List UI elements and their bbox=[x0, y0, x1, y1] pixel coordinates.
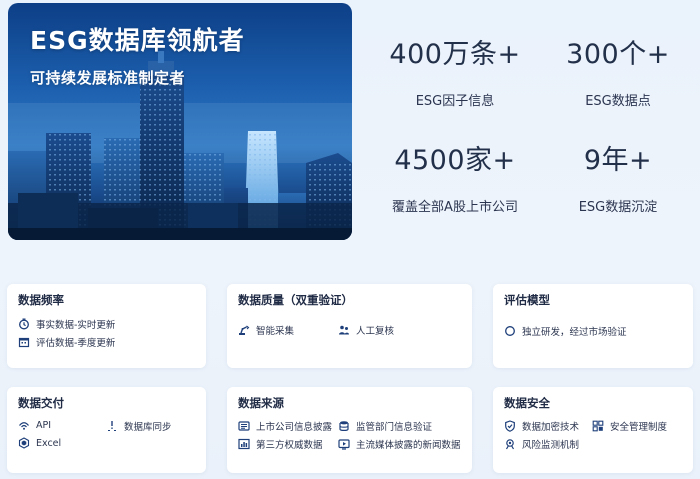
item-label: 独立研发，经过市场验证 bbox=[522, 327, 627, 338]
database-icon bbox=[338, 420, 350, 432]
card-data-delivery: 数据交付 API 数据库同步 Excel bbox=[7, 387, 206, 473]
hero-title: ESG数据库领航者 bbox=[30, 26, 245, 55]
card-title: 数据来源 bbox=[238, 396, 284, 410]
card-title: 数据频率 bbox=[18, 293, 64, 307]
shield-icon bbox=[504, 420, 516, 432]
card-data-source: 数据来源 上市公司信息披露 监管部门信息验证 第三方权威数据 主流媒体披露的新闻… bbox=[227, 387, 472, 473]
list-item: 数据库同步 bbox=[106, 419, 172, 433]
item-label: 主流媒体披露的新闻数据 bbox=[356, 440, 461, 451]
card-title: 数据安全 bbox=[504, 396, 550, 410]
stat-label: ESG数据沉淀 bbox=[578, 200, 658, 215]
list-item: 上市公司信息披露 bbox=[238, 419, 332, 433]
clock-icon bbox=[18, 318, 30, 330]
item-label: API bbox=[36, 419, 52, 431]
list-item: 安全管理制度 bbox=[592, 419, 667, 433]
list-item: 事实数据-实时更新 bbox=[18, 317, 115, 331]
list-item: 风险监测机制 bbox=[504, 437, 579, 451]
list-item: 评估数据-季度更新 bbox=[18, 335, 115, 349]
card-title: 数据交付 bbox=[18, 396, 64, 410]
item-label: 智能采集 bbox=[256, 326, 295, 337]
stat-value: 4500家+ bbox=[394, 145, 516, 176]
stat-value: 300个+ bbox=[566, 39, 670, 70]
stat-label: 覆盖全部A股上市公司 bbox=[392, 200, 518, 215]
list-item: 数据加密技术 bbox=[504, 419, 579, 433]
list-item: 第三方权威数据 bbox=[238, 437, 323, 451]
grid-icon bbox=[592, 420, 604, 432]
excel-icon bbox=[18, 437, 30, 449]
card-evaluation-model: 评估模型 独立研发，经过市场验证 bbox=[493, 284, 693, 368]
stat-data-points: 300个+ ESG数据点 bbox=[533, 32, 700, 109]
stat-label: ESG数据点 bbox=[585, 94, 651, 109]
card-data-security: 数据安全 数据加密技术 安全管理制度 风险监测机制 bbox=[493, 387, 693, 473]
list-item: 智能采集 bbox=[238, 323, 294, 337]
list-item: 监管部门信息验证 bbox=[338, 419, 432, 433]
stat-value: 9年+ bbox=[583, 145, 653, 176]
circle-icon bbox=[504, 325, 516, 337]
sync-icon bbox=[106, 420, 118, 432]
stat-label: ESG因子信息 bbox=[415, 94, 495, 109]
stat-value: 400万条+ bbox=[389, 39, 521, 70]
hero-subtitle: 可持续发展标准制定者 bbox=[30, 69, 186, 87]
stat-years: 9年+ ESG数据沉淀 bbox=[533, 138, 700, 215]
chart-icon bbox=[238, 438, 250, 450]
item-label: 第三方权威数据 bbox=[256, 440, 323, 451]
list-item: 人工复核 bbox=[338, 323, 394, 337]
item-label: 事实数据-实时更新 bbox=[36, 320, 116, 331]
media-icon bbox=[338, 438, 350, 450]
api-icon bbox=[18, 419, 30, 431]
item-label: 监管部门信息验证 bbox=[356, 422, 433, 433]
hero-banner: ESG数据库领航者 可持续发展标准制定者 bbox=[8, 3, 352, 240]
stat-companies: 4500家+ 覆盖全部A股上市公司 bbox=[370, 138, 540, 215]
item-label: 安全管理制度 bbox=[610, 422, 668, 433]
card-title: 数据质量（双重验证） bbox=[238, 293, 353, 307]
robot-arm-icon bbox=[238, 324, 250, 336]
card-data-quality: 数据质量（双重验证） 智能采集 人工复核 bbox=[227, 284, 472, 368]
item-label: 评估数据-季度更新 bbox=[36, 338, 116, 349]
item-label: 人工复核 bbox=[356, 326, 395, 337]
list-item: Excel bbox=[18, 437, 61, 449]
item-label: 数据加密技术 bbox=[522, 422, 580, 433]
list-item: 主流媒体披露的新闻数据 bbox=[338, 437, 461, 451]
item-label: Excel bbox=[36, 437, 62, 449]
item-label: 上市公司信息披露 bbox=[256, 422, 333, 433]
item-label: 数据库同步 bbox=[124, 422, 172, 433]
monitor-icon bbox=[504, 438, 516, 450]
document-icon bbox=[238, 420, 250, 432]
card-title: 评估模型 bbox=[504, 293, 550, 307]
item-label: 风险监测机制 bbox=[522, 440, 580, 451]
people-icon bbox=[338, 324, 350, 336]
list-item: API bbox=[18, 419, 51, 431]
stat-factor-info: 400万条+ ESG因子信息 bbox=[370, 32, 540, 109]
calendar-icon bbox=[18, 336, 30, 348]
card-data-frequency: 数据频率 事实数据-实时更新 评估数据-季度更新 bbox=[7, 284, 206, 368]
list-item: 独立研发，经过市场验证 bbox=[504, 324, 627, 338]
